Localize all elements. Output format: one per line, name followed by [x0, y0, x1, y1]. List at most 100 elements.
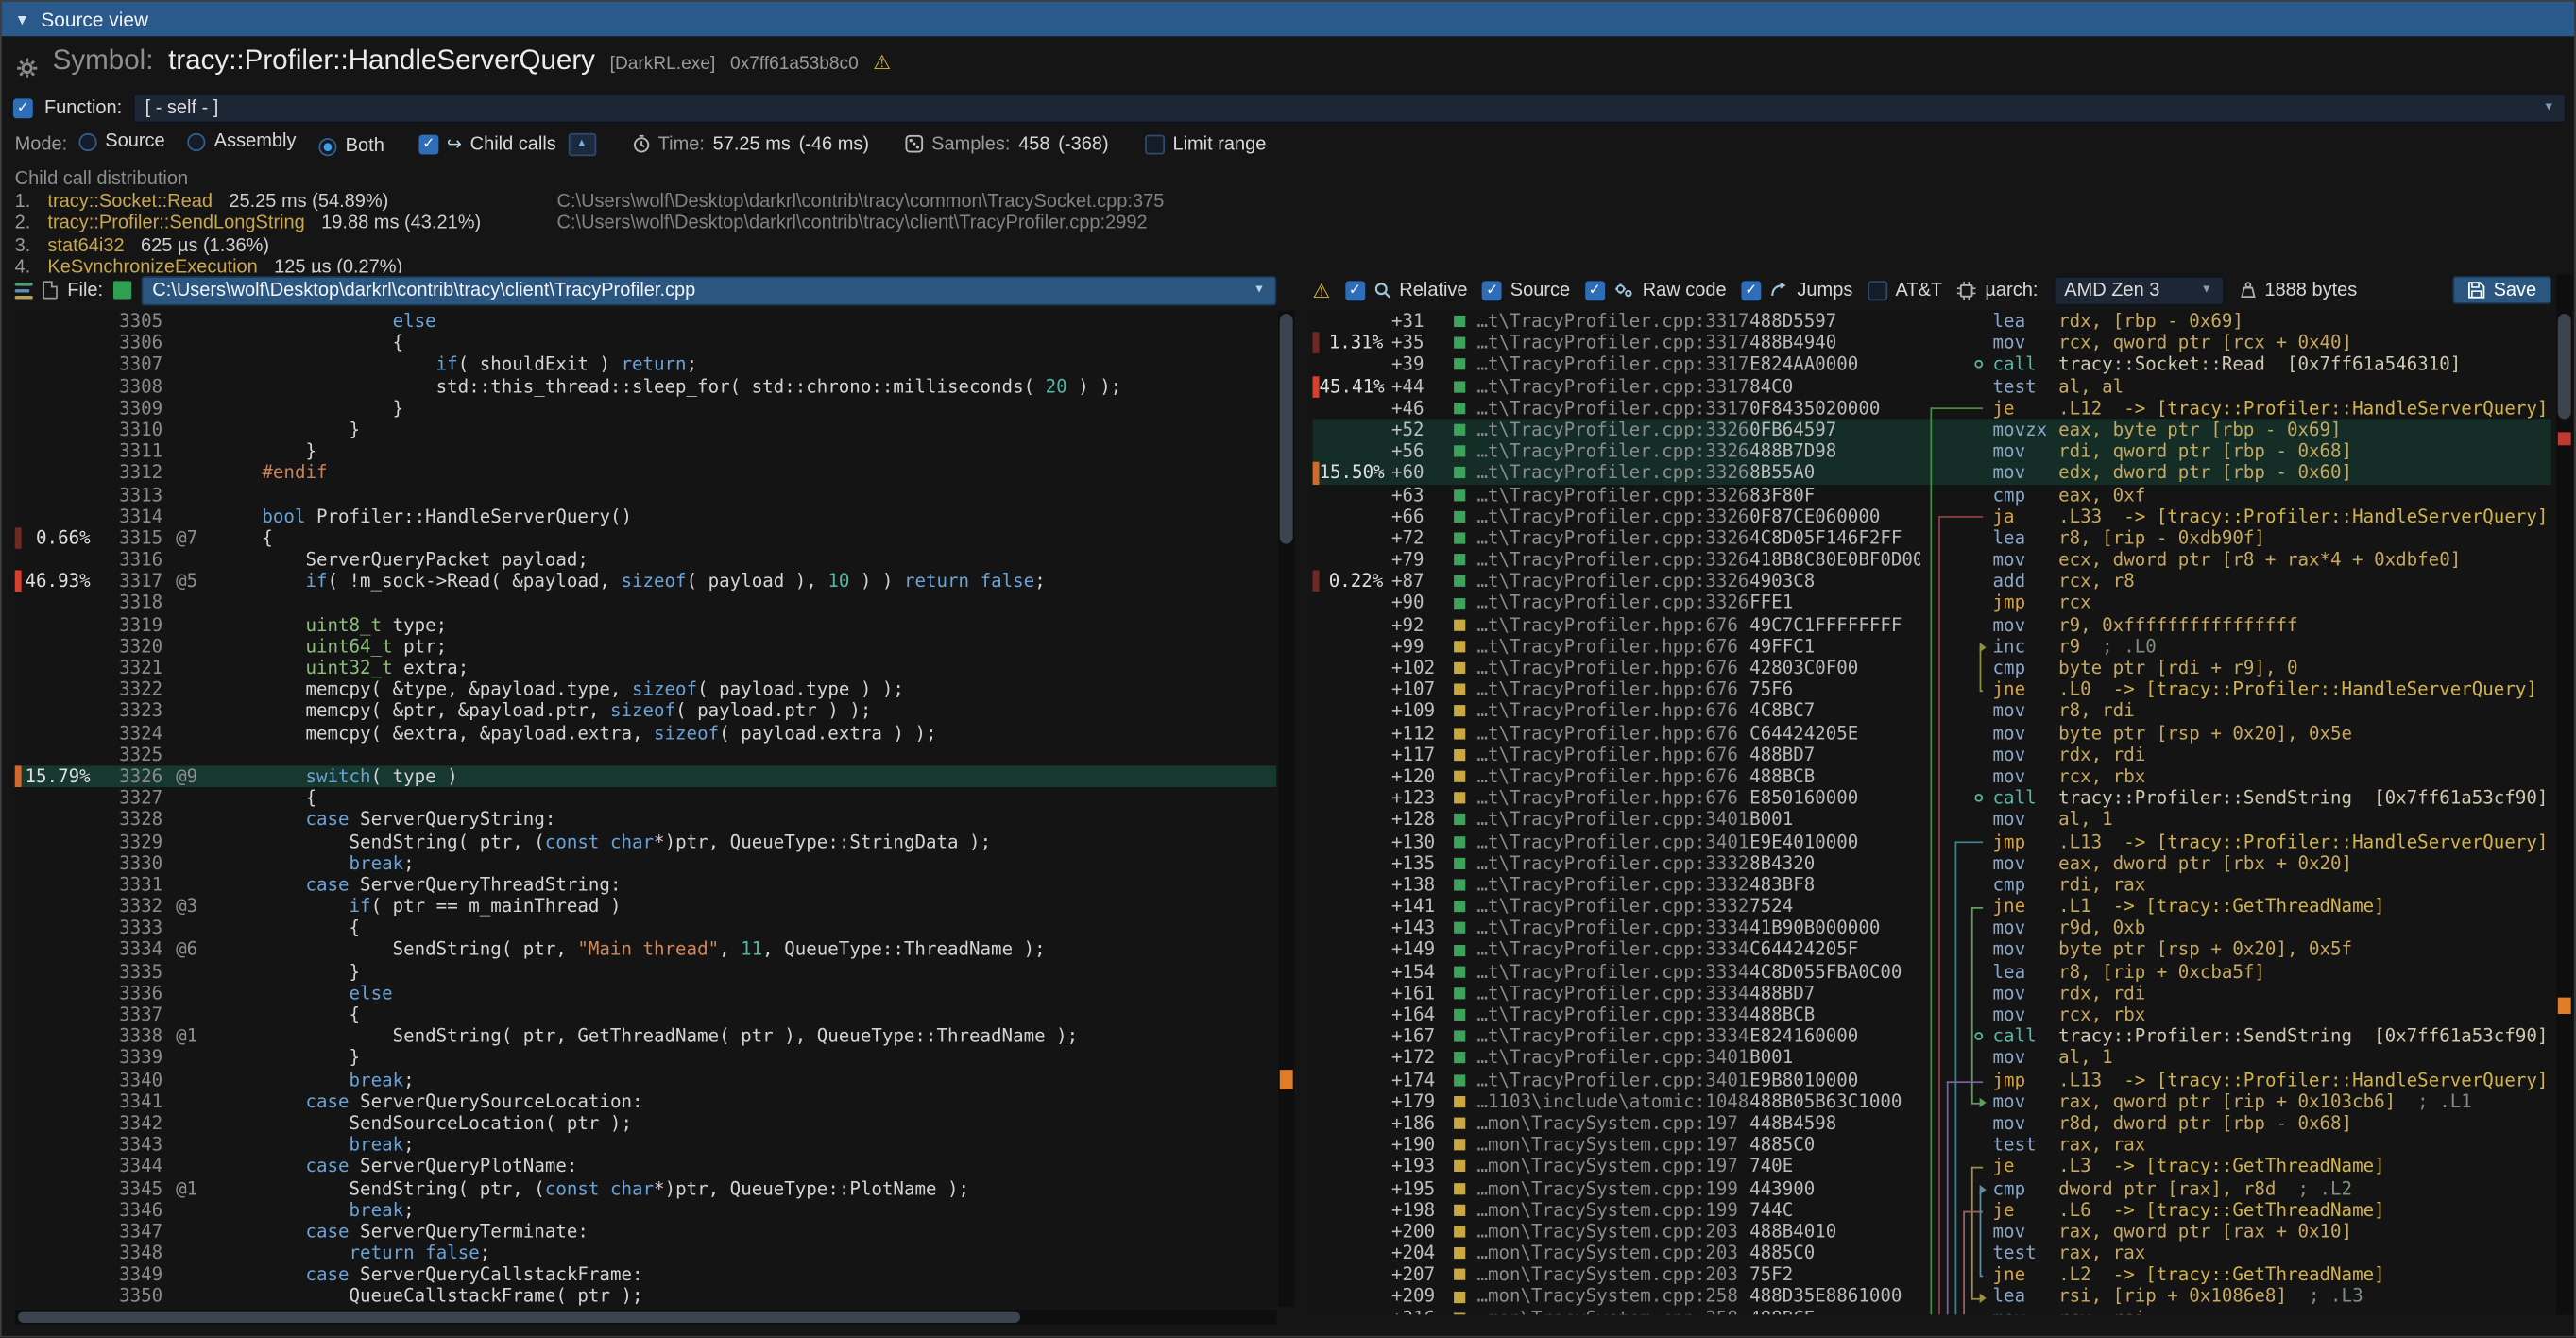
- source-line-3349[interactable]: 3349 case ServerQueryCallstackFrame:: [15, 1264, 1277, 1286]
- source-line-3340[interactable]: 3340 break;: [15, 1069, 1277, 1090]
- mode-radio-both[interactable]: Both: [319, 136, 384, 156]
- source-line-3306[interactable]: 3306 {: [15, 333, 1277, 354]
- att-checkbox-box[interactable]: [1868, 281, 1887, 300]
- asm-row-+39[interactable]: +39…t\TracyProfiler.cpp:3317E824AA0000ca…: [1313, 354, 2551, 376]
- asm-source-location[interactable]: …t\TracyProfiler.cpp:3334: [1476, 1004, 1749, 1026]
- source-line-3346[interactable]: 3346 break;: [15, 1199, 1277, 1221]
- asm-source-location[interactable]: …mon\TracySystem.cpp:197: [1476, 1112, 1749, 1134]
- source-line-3332[interactable]: 3332@3 if( ptr == m_mainThread ): [15, 896, 1277, 918]
- source-line-3314[interactable]: 3314 bool Profiler::HandleServerQuery(): [15, 506, 1277, 527]
- asm-source-location[interactable]: …mon\TracySystem.cpp:258: [1476, 1286, 1749, 1308]
- asm-source-location[interactable]: …t\TracyProfiler.cpp:3317: [1476, 375, 1749, 397]
- asm-source-location[interactable]: …t\TracyProfiler.cpp:3401: [1476, 1069, 1749, 1090]
- save-button[interactable]: Save: [2452, 276, 2551, 304]
- asm-source-location[interactable]: …1103\include\atomic:1048: [1476, 1090, 1749, 1112]
- asm-row-+149[interactable]: +149…t\TracyProfiler.cpp:3334C64424205Fm…: [1313, 939, 2551, 961]
- asm-source-location[interactable]: …mon\TracySystem.cpp:197: [1476, 1156, 1749, 1177]
- raw-code-checkbox[interactable]: Raw code: [1585, 281, 1727, 300]
- source-line-3338[interactable]: 3338@1 SendString( ptr, GetThreadName( p…: [15, 1026, 1277, 1048]
- child-call-item[interactable]: 4.KeSynchronizeExecution125 µs (0.27%): [15, 258, 1987, 273]
- source-line-3339[interactable]: 3339 }: [15, 1047, 1277, 1069]
- asm-row-+102[interactable]: +102…t\TracyProfiler.hpp:67642803C0F00cm…: [1313, 658, 2551, 679]
- limit-range-checkbox-box[interactable]: [1145, 134, 1165, 154]
- source-line-3331[interactable]: 3331 case ServerQueryThreadString:: [15, 874, 1277, 896]
- asm-source-location[interactable]: …mon\TracySystem.cpp:199: [1476, 1177, 1749, 1199]
- asm-row-+99[interactable]: +99…t\TracyProfiler.hpp:67649FFC1incr9 ;…: [1313, 636, 2551, 658]
- source-line-3350[interactable]: 3350 QueueCallstackFrame( ptr );: [15, 1286, 1277, 1307]
- jumps-checkbox-box[interactable]: [1741, 281, 1761, 300]
- asm-source-location[interactable]: …t\TracyProfiler.hpp:676: [1476, 679, 1749, 701]
- file-combo[interactable]: C:\Users\wolf\Desktop\darkrl\contrib\tra…: [141, 275, 1276, 304]
- limit-range-checkbox[interactable]: Limit range: [1145, 134, 1267, 154]
- asm-row-+109[interactable]: +109…t\TracyProfiler.hpp:6764C8BC7movr8,…: [1313, 701, 2551, 723]
- asm-source-location[interactable]: …t\TracyProfiler.cpp:3332: [1476, 874, 1749, 896]
- asm-source-location[interactable]: …t\TracyProfiler.cpp:3326: [1476, 549, 1749, 571]
- child-call-function[interactable]: tracy::Socket::Read: [47, 192, 213, 212]
- asm-source-location[interactable]: …t\TracyProfiler.cpp:3334: [1476, 939, 1749, 961]
- source-line-3323[interactable]: 3323 memcpy( &ptr, &payload.ptr, sizeof(…: [15, 701, 1277, 723]
- asm-row-+128[interactable]: +128…t\TracyProfiler.cpp:3401B001moval, …: [1313, 809, 2551, 831]
- asm-row-+92[interactable]: +92…t\TracyProfiler.hpp:67649C7C1FFFFFFF…: [1313, 614, 2551, 636]
- asm-source-location[interactable]: …t\TracyProfiler.cpp:3401: [1476, 831, 1749, 852]
- asm-row-+179[interactable]: +179…1103\include\atomic:1048488B05B63C1…: [1313, 1090, 2551, 1112]
- source-line-3321[interactable]: 3321 uint32_t extra;: [15, 658, 1277, 679]
- asm-row-+207[interactable]: +207…mon\TracySystem.cpp:20375F2jne.L2 -…: [1313, 1264, 2551, 1286]
- asm-source-location[interactable]: …t\TracyProfiler.cpp:3326: [1476, 571, 1749, 592]
- source-line-3343[interactable]: 3343 break;: [15, 1134, 1277, 1156]
- collapse-icon[interactable]: ▼: [15, 10, 30, 26]
- asm-source-location[interactable]: …t\TracyProfiler.hpp:676: [1476, 636, 1749, 658]
- source-line-3345[interactable]: 3345@1 SendString( ptr, (const char*)ptr…: [15, 1177, 1277, 1199]
- asm-row-+56[interactable]: +56…t\TracyProfiler.cpp:3326488B7D98movr…: [1313, 440, 2551, 462]
- asm-source-location[interactable]: …t\TracyProfiler.cpp:3317: [1476, 397, 1749, 419]
- source-line-3341[interactable]: 3341 case ServerQuerySourceLocation:: [15, 1090, 1277, 1112]
- source-line-3325[interactable]: 3325: [15, 744, 1277, 765]
- source-horizontal-scrollbar[interactable]: [15, 1310, 1277, 1325]
- asm-source-location[interactable]: …t\TracyProfiler.cpp:3317: [1476, 333, 1749, 354]
- asm-row-+143[interactable]: +143…t\TracyProfiler.cpp:333441B90B00000…: [1313, 918, 2551, 939]
- asm-source-location[interactable]: …t\TracyProfiler.hpp:676: [1476, 658, 1749, 679]
- titlebar[interactable]: ▼ Source view: [2, 2, 2574, 37]
- child-call-function[interactable]: KeSynchronizeExecution: [47, 258, 257, 273]
- source-line-3327[interactable]: 3327 {: [15, 787, 1277, 809]
- asm-source-location[interactable]: …t\TracyProfiler.cpp:3332: [1476, 852, 1749, 874]
- source-line-3315[interactable]: 0.66%3315@7 {: [15, 527, 1277, 549]
- asm-row-+52[interactable]: +52…t\TracyProfiler.cpp:33260FB64597movz…: [1313, 419, 2551, 440]
- source-line-3348[interactable]: 3348 return false;: [15, 1243, 1277, 1264]
- asm-source-location[interactable]: …t\TracyProfiler.cpp:3326: [1476, 419, 1749, 440]
- asm-row-+154[interactable]: +154…t\TracyProfiler.cpp:33344C8D055FBA0…: [1313, 961, 2551, 983]
- asm-row-+193[interactable]: +193…mon\TracySystem.cpp:197740Eje.L3 ->…: [1313, 1156, 2551, 1177]
- asm-row-+60[interactable]: 15.50%+60…t\TracyProfiler.cpp:33268B55A0…: [1313, 462, 2551, 484]
- asm-row-+79[interactable]: +79…t\TracyProfiler.cpp:3326418B8C80E0BF…: [1313, 549, 2551, 571]
- asm-row-+87[interactable]: 0.22%+87…t\TracyProfiler.cpp:33264903C8a…: [1313, 571, 2551, 592]
- source-line-3320[interactable]: 3320 uint64_t ptr;: [15, 636, 1277, 658]
- child-call-function[interactable]: stat64i32: [47, 236, 124, 256]
- asm-row-+44[interactable]: 45.41%+44…t\TracyProfiler.cpp:331784C0te…: [1313, 375, 2551, 397]
- assembly-vertical-scrollbar[interactable]: [2556, 274, 2572, 1314]
- child-call-item[interactable]: 2.tracy::Profiler::SendLongString19.88 m…: [15, 214, 1987, 235]
- source-line-3311[interactable]: 3311 }: [15, 440, 1277, 462]
- asm-row-+186[interactable]: +186…mon\TracySystem.cpp:197448B4598movr…: [1313, 1112, 2551, 1134]
- asm-source-location[interactable]: …t\TracyProfiler.cpp:3317: [1476, 354, 1749, 376]
- jumps-checkbox[interactable]: Jumps: [1741, 281, 1852, 300]
- asm-row-+138[interactable]: +138…t\TracyProfiler.cpp:3332483BF8cmprd…: [1313, 874, 2551, 896]
- child-calls-checkbox[interactable]: ↪ Child calls: [418, 133, 555, 155]
- source-line-3319[interactable]: 3319 uint8_t type;: [15, 614, 1277, 636]
- asm-source-location[interactable]: …mon\TracySystem.cpp:258: [1476, 1308, 1749, 1315]
- asm-row-+216[interactable]: +216…mon\TracySystem.cpp:258488BCEmovrcx…: [1313, 1308, 2551, 1315]
- asm-row-+107[interactable]: +107…t\TracyProfiler.hpp:67675F6jne.L0 -…: [1313, 679, 2551, 701]
- source-line-3337[interactable]: 3337 {: [15, 1004, 1277, 1026]
- source-checkbox-box[interactable]: [1482, 281, 1502, 300]
- child-call-item[interactable]: 1.tracy::Socket::Read25.25 ms (54.89%)C:…: [15, 192, 1987, 214]
- asm-source-location[interactable]: …t\TracyProfiler.hpp:676: [1476, 787, 1749, 809]
- asm-source-location[interactable]: …t\TracyProfiler.cpp:3401: [1476, 1047, 1749, 1069]
- child-calls-checkbox-box[interactable]: [418, 134, 438, 154]
- source-line-3344[interactable]: 3344 case ServerQueryPlotName:: [15, 1156, 1277, 1177]
- asm-row-+135[interactable]: +135…t\TracyProfiler.cpp:33328B4320movea…: [1313, 852, 2551, 874]
- asm-source-location[interactable]: …t\TracyProfiler.hpp:676: [1476, 744, 1749, 765]
- mode-radio-source[interactable]: Source: [78, 131, 164, 151]
- asm-source-location[interactable]: …mon\TracySystem.cpp:199: [1476, 1199, 1749, 1221]
- asm-row-+35[interactable]: 1.31%+35…t\TracyProfiler.cpp:3317488B494…: [1313, 333, 2551, 354]
- asm-source-location[interactable]: …mon\TracySystem.cpp:203: [1476, 1243, 1749, 1264]
- source-line-3313[interactable]: 3313: [15, 484, 1277, 506]
- function-combo[interactable]: [ - self - ] ▼: [133, 93, 2566, 122]
